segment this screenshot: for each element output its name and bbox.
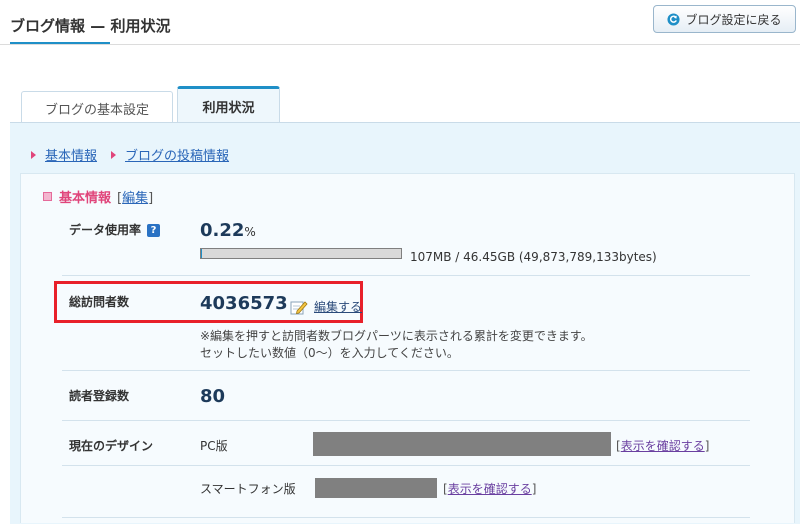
pencil-edit-icon xyxy=(290,299,308,315)
design-label: 現在のデザイン xyxy=(69,437,153,454)
page-title: ブログ情報 — 利用状況 xyxy=(10,15,170,36)
visitors-note-line1: ※編集を押すと訪問者数ブログパーツに表示される累計を変更できます。 xyxy=(200,327,593,344)
data-usage-progress-bar xyxy=(200,248,402,259)
section-header: 基本情報 [編集] xyxy=(43,187,153,206)
design-pc-confirm: [表示を確認する] xyxy=(616,437,709,454)
subscribers-value: 80 xyxy=(200,386,225,407)
data-usage-detail: 107MB / 46.45GB (49,873,789,133bytes) xyxy=(410,250,657,264)
row-divider xyxy=(62,370,750,371)
square-bullet-icon xyxy=(43,192,52,201)
row-divider xyxy=(62,465,750,466)
design-sp-label: スマートフォン版 xyxy=(200,480,296,497)
tab-usage[interactable]: 利用状況 xyxy=(177,86,280,124)
data-usage-label: データ使用率 xyxy=(69,223,141,237)
redacted-design-name xyxy=(313,432,611,456)
design-pc-label: PC版 xyxy=(200,437,228,454)
data-usage-label-row: データ使用率? xyxy=(69,221,160,238)
arrow-right-icon xyxy=(31,151,36,159)
back-to-blog-settings-button[interactable]: ブログ設定に戻る xyxy=(653,5,796,33)
redacted-design-name xyxy=(315,478,437,498)
row-divider xyxy=(62,420,750,421)
sub-navigation: 基本情報 ブログの投稿情報 xyxy=(31,145,243,164)
data-usage-value-row: 0.22% xyxy=(200,220,256,241)
tab-basic-settings-label: ブログの基本設定 xyxy=(45,99,149,118)
visitors-value: 4036573 xyxy=(200,293,288,314)
visitors-edit-button[interactable]: 編集する xyxy=(290,298,362,315)
bracket-close: ] xyxy=(705,439,710,453)
tab-usage-label: 利用状況 xyxy=(202,97,254,116)
back-arrow-icon xyxy=(667,13,680,26)
row-divider xyxy=(62,517,750,518)
data-usage-unit: % xyxy=(244,225,255,239)
visitors-label: 総訪問者数 xyxy=(69,293,129,310)
pc-confirm-link[interactable]: 表示を確認する xyxy=(621,439,705,453)
arrow-right-icon xyxy=(111,151,116,159)
subnav-link-basic-info[interactable]: 基本情報 xyxy=(45,145,97,164)
title-divider xyxy=(0,44,800,45)
sp-confirm-link[interactable]: 表示を確認する xyxy=(448,482,532,496)
row-divider xyxy=(62,275,750,276)
section-edit: [編集] xyxy=(117,187,153,206)
back-button-label: ブログ設定に戻る xyxy=(685,11,781,28)
visitors-note-line2: セットしたい数値（0～）を入力してください。 xyxy=(200,344,459,361)
subscribers-label: 読者登録数 xyxy=(69,387,129,404)
bracket-close: ] xyxy=(532,482,537,496)
help-icon[interactable]: ? xyxy=(147,224,160,237)
design-sp-confirm: [表示を確認する] xyxy=(443,480,536,497)
subnav-link-post-info[interactable]: ブログの投稿情報 xyxy=(125,145,229,164)
data-usage-value: 0.22 xyxy=(200,220,244,241)
section-edit-link[interactable]: 編集 xyxy=(122,191,148,206)
edit-bracket-close: ] xyxy=(148,191,153,206)
tab-basic-settings[interactable]: ブログの基本設定 xyxy=(21,91,173,124)
visitors-edit-link[interactable]: 編集する xyxy=(314,298,362,315)
section-title: 基本情報 xyxy=(59,187,111,206)
